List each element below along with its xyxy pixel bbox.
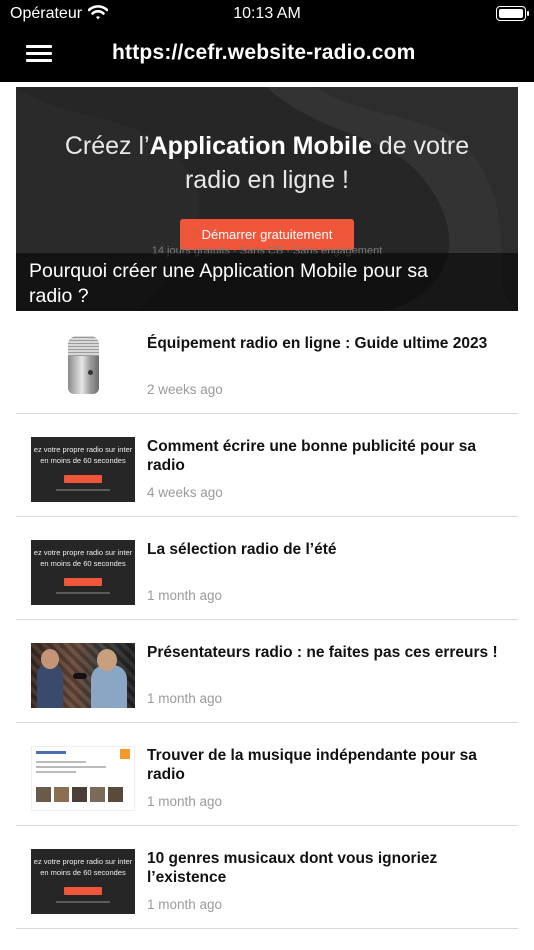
list-item[interactable]: Équipement radio en ligne : Guide ultime… <box>16 311 518 414</box>
clock: 10:13 AM <box>233 5 301 22</box>
article-date: 1 month ago <box>147 691 223 706</box>
article-date: 1 month ago <box>147 794 223 809</box>
hamburger-menu-icon[interactable] <box>26 44 52 64</box>
page-url: https://cefr.website-radio.com <box>112 41 416 64</box>
promo-thumbnail: ez votre propre radio sur inter en moins… <box>31 540 135 605</box>
promo-thumbnail: ez votre propre radio sur inter en moins… <box>31 437 135 502</box>
list-item[interactable]: ez votre propre radio sur inter en moins… <box>16 414 518 517</box>
article-title[interactable]: Trouver de la musique indépendante pour … <box>147 747 502 784</box>
banner-headline: Créez l’Application Mobile de votre radi… <box>64 132 470 194</box>
article-title[interactable]: 10 genres musicaux dont vous ignoriez l’… <box>147 850 502 887</box>
microphone-thumbnail <box>31 334 135 399</box>
article-title[interactable]: Présentateurs radio : ne faites pas ces … <box>147 644 502 663</box>
article-date: 4 weeks ago <box>147 485 223 500</box>
website-screenshot-thumbnail <box>31 746 135 811</box>
featured-article-title[interactable]: Pourquoi créer une Application Mobile po… <box>29 259 469 309</box>
article-list: Équipement radio en ligne : Guide ultime… <box>16 311 518 929</box>
list-item[interactable]: Trouver de la musique indépendante pour … <box>16 723 518 826</box>
list-item[interactable]: ez votre propre radio sur inter en moins… <box>16 826 518 929</box>
featured-article-banner[interactable]: Créez l’Application Mobile de votre radi… <box>16 87 518 311</box>
browser-toolbar: https://cefr.website-radio.com <box>0 28 534 82</box>
list-item[interactable]: ez votre propre radio sur inter en moins… <box>16 517 518 620</box>
promo-thumbnail: ez votre propre radio sur inter en moins… <box>31 849 135 914</box>
list-item[interactable]: Présentateurs radio : ne faites pas ces … <box>16 620 518 723</box>
article-title[interactable]: Équipement radio en ligne : Guide ultime… <box>147 335 502 354</box>
article-date: 1 month ago <box>147 588 223 603</box>
status-bar: Opérateur 10:13 AM <box>0 0 534 28</box>
studio-photo-thumbnail <box>31 643 135 708</box>
article-date: 1 month ago <box>147 897 223 912</box>
article-title[interactable]: La sélection radio de l’été <box>147 541 502 560</box>
battery-icon <box>496 6 529 21</box>
article-date: 2 weeks ago <box>147 382 223 397</box>
article-title[interactable]: Comment écrire une bonne publicité pour … <box>147 438 502 475</box>
